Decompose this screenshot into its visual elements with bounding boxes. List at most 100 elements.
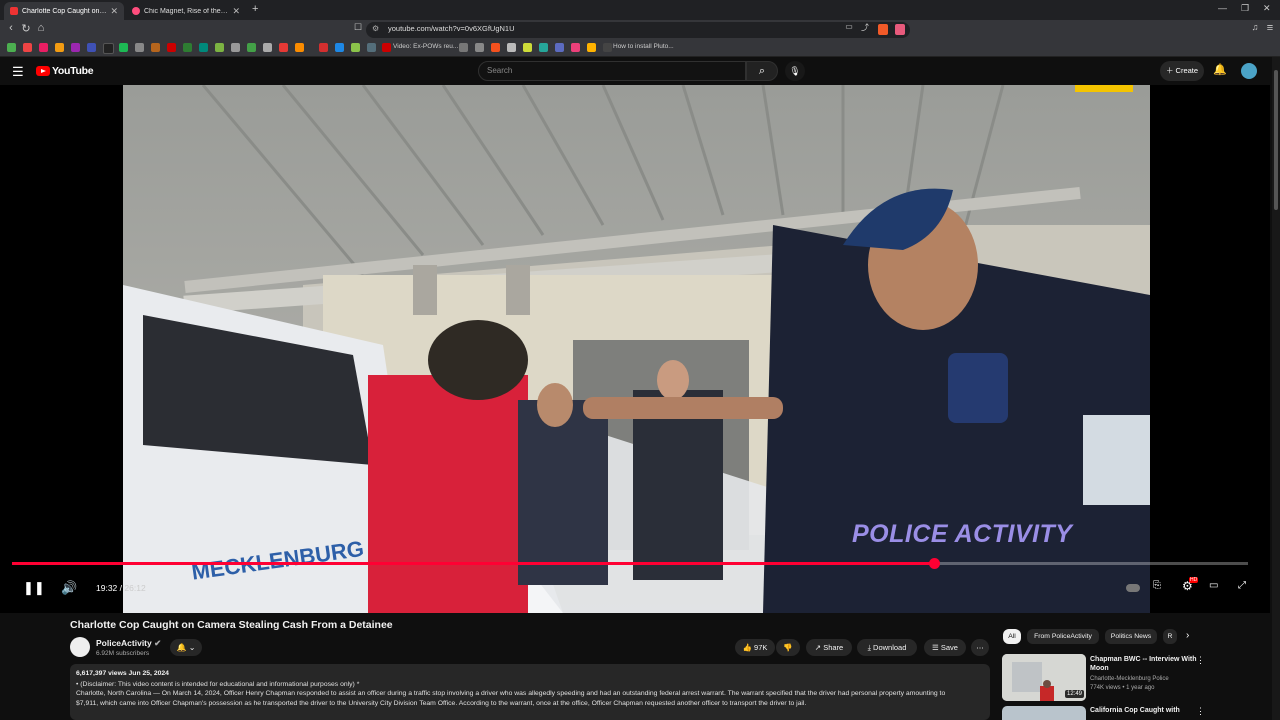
bookmark-icon[interactable] [87, 43, 96, 52]
notifications-bell-icon[interactable]: 🔔 [1213, 63, 1227, 76]
save-button[interactable]: ☰ Save [924, 639, 966, 656]
bookmark-label[interactable]: Video: Ex-POWs reu... [393, 43, 458, 50]
bookmark-icon[interactable] [539, 43, 548, 52]
bookmark-icon[interactable] [215, 43, 224, 52]
fullscreen-icon[interactable]: ⤢ [1238, 580, 1246, 591]
channel-name[interactable]: PoliceActivity ✔ [96, 638, 161, 649]
bookmark-icon[interactable] [23, 43, 32, 52]
share-page-icon[interactable]: ⤴ [858, 22, 872, 33]
hamburger-menu-icon[interactable]: ☰ [12, 64, 24, 80]
related-video-title[interactable]: Chapman BWC -- Interview With Moon [1090, 655, 1200, 673]
bookmark-page-icon[interactable]: ☐ [351, 22, 365, 33]
video-overlay-bar [1075, 85, 1133, 92]
bookmark-icon[interactable] [231, 43, 240, 52]
more-actions-button[interactable]: ⋯ [971, 639, 989, 656]
home-icon[interactable]: ⌂ [34, 22, 48, 34]
thumbs-down-icon: 👎 [783, 643, 793, 652]
progress-played [12, 562, 934, 565]
back-icon[interactable]: ‹ [4, 22, 18, 34]
media-controls-icon[interactable]: ♫ [1248, 22, 1262, 32]
bookmark-icon[interactable] [199, 43, 208, 52]
pause-icon[interactable]: ❚❚ [23, 580, 45, 596]
more-vertical-icon[interactable]: ⋮ [1196, 655, 1205, 666]
bookmark-icon[interactable] [571, 43, 580, 52]
create-button[interactable]: ＋ Create [1160, 61, 1204, 81]
bookmark-icon[interactable] [351, 43, 360, 52]
bookmark-icon[interactable] [587, 43, 596, 52]
bookmark-icon[interactable] [119, 43, 128, 52]
site-info-icon[interactable]: ⚙ [372, 24, 379, 33]
bookmark-icon[interactable] [319, 43, 328, 52]
bookmark-icon[interactable] [247, 43, 256, 52]
autoplay-toggle[interactable] [1126, 584, 1140, 592]
bookmark-icon[interactable] [135, 43, 144, 52]
download-icon: ⤓ [867, 643, 871, 652]
bookmark-icon[interactable] [507, 43, 516, 52]
hd-badge: HD [1189, 577, 1199, 583]
captions-icon[interactable]: ⎘ [1153, 580, 1161, 591]
close-tab-icon[interactable]: ✕ [232, 6, 240, 17]
chip-from-channel[interactable]: From PoliceActivity [1027, 629, 1099, 644]
bookmark-icon[interactable] [151, 43, 160, 52]
browser-menu-icon[interactable]: ≡ [1263, 22, 1277, 34]
bookmark-icon[interactable] [71, 43, 80, 52]
window-close-icon[interactable]: ✕ [1263, 3, 1271, 14]
search-button[interactable]: ⌕ [746, 61, 778, 81]
bookmark-icon[interactable] [103, 43, 114, 54]
subscribed-notifications-button[interactable]: 🔔 ⌄ [170, 639, 202, 656]
scrollbar-thumb[interactable] [1274, 70, 1278, 210]
browser-tab[interactable]: Chic Magnet, Rise of the warrior wom ✕ [126, 2, 246, 20]
chevron-right-icon[interactable]: › [1186, 630, 1189, 641]
brave-shield-icon[interactable] [878, 24, 888, 35]
bookmark-icon[interactable] [459, 43, 468, 52]
bookmark-icon[interactable] [55, 43, 64, 52]
restore-icon[interactable]: ❐ [1241, 3, 1249, 14]
volume-icon[interactable]: 🔊 [61, 580, 77, 596]
bookmark-icon[interactable] [263, 43, 272, 52]
voice-search-icon[interactable]: 🎙 [785, 61, 805, 81]
chip-more[interactable]: R [1163, 629, 1177, 644]
like-count: 97K [754, 643, 768, 652]
bookmark-icon[interactable] [39, 43, 48, 52]
reload-icon[interactable]: ↻ [19, 22, 33, 35]
minimize-icon[interactable]: — [1218, 3, 1227, 13]
youtube-logo-text[interactable]: YouTube [52, 65, 94, 77]
account-avatar[interactable] [1241, 63, 1257, 79]
bookmark-icon[interactable] [491, 43, 500, 52]
bookmark-label[interactable]: How to install Pluto... [613, 43, 674, 50]
dislike-button[interactable]: 👎 [776, 639, 800, 656]
bookmark-icon[interactable] [382, 43, 391, 52]
youtube-logo-icon[interactable] [36, 66, 50, 76]
bookmark-icon[interactable] [183, 43, 192, 52]
theater-mode-icon[interactable]: ▭ [1209, 580, 1218, 591]
bookmark-icon[interactable] [367, 43, 376, 52]
bookmark-icon[interactable] [555, 43, 564, 52]
progress-scrubber[interactable] [929, 558, 940, 569]
more-vertical-icon[interactable]: ⋮ [1196, 706, 1205, 717]
related-video-thumbnail[interactable] [1002, 706, 1086, 720]
related-video-channel[interactable]: Charlotte-Mecklenburg Police [1090, 676, 1169, 682]
bookmark-icon[interactable] [279, 43, 288, 52]
browser-tab-active[interactable]: Charlotte Cop Caught on Camera ✕ [4, 2, 124, 20]
chip-all[interactable]: All [1003, 629, 1021, 644]
url-text[interactable]: youtube.com/watch?v=0v6XGfUgN1U [388, 24, 515, 33]
bookmark-icon[interactable] [523, 43, 532, 52]
new-tab-button[interactable]: + [252, 3, 258, 15]
rewards-icon[interactable] [895, 24, 905, 35]
share-button[interactable]: ↗ Share [806, 639, 852, 656]
bookmark-icon[interactable] [475, 43, 484, 52]
search-input[interactable]: Search [478, 61, 746, 81]
like-button[interactable]: 👍 97K [735, 639, 775, 656]
bookmark-icon[interactable] [335, 43, 344, 52]
close-tab-icon[interactable]: ✕ [110, 6, 118, 17]
channel-avatar[interactable] [70, 637, 90, 657]
bookmark-icon[interactable] [295, 43, 304, 52]
bookmark-icon[interactable] [167, 43, 176, 52]
bookmark-icon[interactable] [603, 43, 612, 52]
related-video-title[interactable]: California Cop Caught with [1090, 706, 1200, 715]
chip-politics-news[interactable]: Politics News [1105, 629, 1157, 644]
cast-icon[interactable]: ▭ [842, 22, 856, 31]
bookmark-icon[interactable] [7, 43, 16, 52]
download-button[interactable]: ⤓ Download [857, 639, 917, 656]
tab-favicon-icon [132, 7, 140, 15]
